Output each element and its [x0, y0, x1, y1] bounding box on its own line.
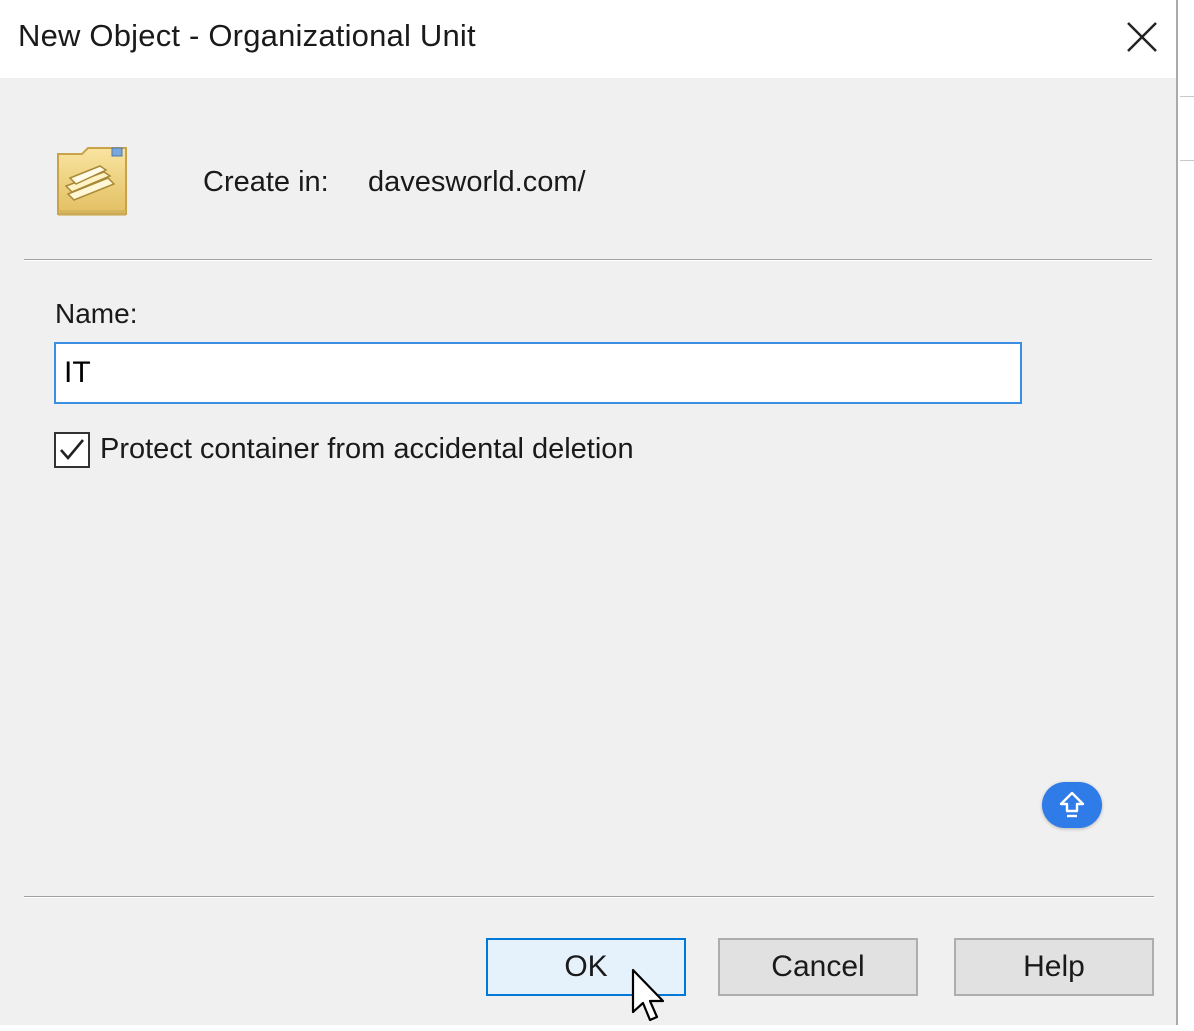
dialog-title: New Object - Organizational Unit — [18, 18, 476, 53]
separator — [24, 896, 1154, 898]
dialog-window: New Object - Organizational Unit Create … — [0, 0, 1178, 1025]
create-in-label: Create in: — [203, 166, 329, 198]
name-input[interactable] — [54, 342, 1022, 404]
protect-container-checkbox[interactable] — [54, 432, 90, 468]
close-button[interactable] — [1112, 8, 1172, 68]
background-divider — [1180, 160, 1194, 161]
create-in-value: davesworld.com/ — [368, 166, 586, 198]
background-window-edge — [1180, 0, 1194, 1025]
organizational-unit-folder-icon — [52, 142, 134, 222]
cancel-button[interactable]: Cancel — [718, 938, 918, 996]
name-label: Name: — [55, 298, 138, 329]
separator — [24, 259, 1152, 261]
protect-container-label[interactable]: Protect container from accidental deleti… — [100, 433, 634, 466]
ok-button[interactable]: OK — [486, 938, 686, 996]
floating-action-button[interactable] — [1042, 782, 1102, 828]
background-divider — [1180, 96, 1194, 97]
title-bar[interactable]: New Object - Organizational Unit — [0, 0, 1176, 78]
help-button[interactable]: Help — [954, 938, 1154, 996]
